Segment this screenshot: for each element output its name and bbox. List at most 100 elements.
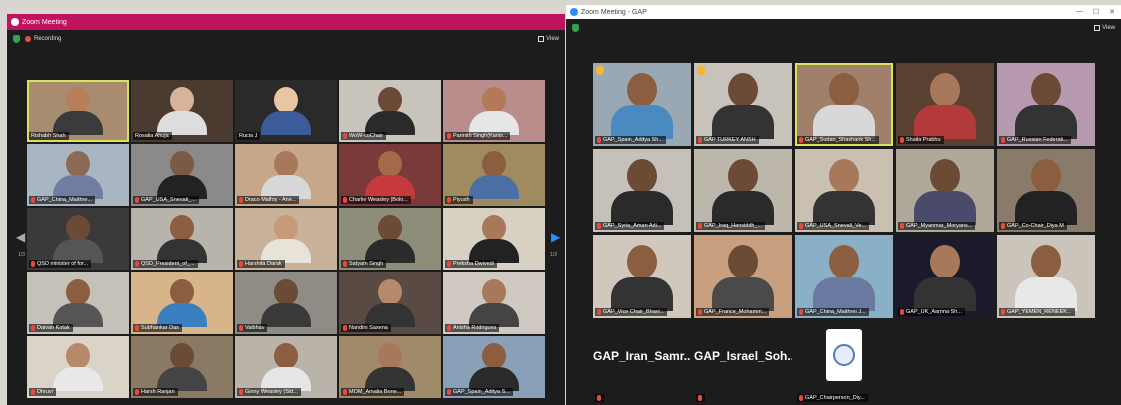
participant-tile[interactable]: GAP_China_Maithrei J...	[795, 235, 893, 318]
participant-tile[interactable]: GAP_Spain_Aditya Sh...	[593, 63, 691, 146]
participant-nameplate: Vaibhav	[237, 324, 268, 332]
muted-mic-icon	[799, 137, 803, 143]
participant-name: Ginny Weasley (Sid...	[245, 389, 298, 395]
participant-tile[interactable]: GAP_Spain_Aditya S...	[443, 336, 545, 398]
participant-head	[170, 279, 194, 306]
participant-tile[interactable]: QSD minister of for...	[27, 208, 129, 270]
title-bar[interactable]: Zoom Meeting - GAP — ☐ ✕	[566, 5, 1121, 19]
participant-nameplate: GAP_USA_Snevali_...	[133, 196, 199, 204]
participant-tile[interactable]: Rucia J	[235, 80, 337, 142]
participant-video	[261, 279, 311, 328]
participant-tile[interactable]: Vaibhav	[235, 272, 337, 334]
participant-name: GAP_France_Mohamm...	[704, 309, 767, 315]
participant-tile[interactable]: Harshita Darak	[235, 208, 337, 270]
participant-tile[interactable]: GAP_Chairperson_Diy...	[795, 321, 893, 404]
view-button[interactable]: View	[1094, 25, 1115, 31]
participant-body	[712, 104, 774, 139]
participant-tile[interactable]: Anisha Rodrigues	[443, 272, 545, 334]
participant-nameplate: Parinith Singh(Kanis...	[445, 132, 511, 140]
participant-tile[interactable]: GAP_Israel_Soh...	[694, 321, 792, 404]
participant-nameplate: GAP_UK_Aarnna Sh...	[898, 308, 965, 316]
participant-video	[261, 215, 311, 264]
minimize-icon[interactable]: —	[1076, 8, 1083, 16]
participant-tile[interactable]: GAP_Sudan_Shashank Sh...	[795, 63, 893, 146]
participant-head	[66, 87, 90, 114]
participant-tile[interactable]: Nandini Saxena	[339, 272, 441, 334]
participant-name: Anisha Rodrigues	[453, 325, 497, 331]
participant-tile[interactable]: Piyush	[443, 144, 545, 206]
participant-tile[interactable]: GAP_USA_Snevali_...	[131, 144, 233, 206]
participant-name: GAP_Spain_Aditya S...	[453, 389, 510, 395]
participant-nameplate: Dhruvi	[29, 388, 56, 396]
participant-tile[interactable]: Charlie Weasley (Bolo...	[339, 144, 441, 206]
muted-mic-icon	[343, 133, 347, 139]
participant-tile[interactable]: GAP_USA_Snevali_Ve...	[795, 149, 893, 232]
participant-tile[interactable]: GAP_Syria_Aman Adi...	[593, 149, 691, 232]
close-icon[interactable]: ✕	[1109, 8, 1115, 16]
participant-head	[378, 279, 402, 306]
participant-tile[interactable]: Dhruvi	[27, 336, 129, 398]
participant-tile[interactable]: Rishabh Shah	[27, 80, 129, 142]
muted-mic-icon	[343, 197, 347, 203]
participant-tile[interactable]: Satyam Singh	[339, 208, 441, 270]
participant-tile[interactable]: GAP_Co-Chair_Diya M	[997, 149, 1095, 232]
view-button[interactable]: View	[538, 36, 559, 42]
participant-tile[interactable]: Rosalia Ahuja	[131, 80, 233, 142]
previous-page-arrow-icon[interactable]: ◀	[16, 230, 25, 244]
next-page-arrow-icon[interactable]: ▶	[551, 230, 560, 244]
muted-mic-icon	[900, 137, 904, 143]
participant-tile[interactable]: GAP_China_Maithre...	[27, 144, 129, 206]
participant-name: Harshita Darak	[245, 261, 282, 267]
participant-head	[930, 244, 960, 279]
participant-video	[53, 279, 103, 328]
participant-grid: Rishabh Shah Rosalia Ahuja Rucia J WoW-coCh…	[27, 80, 545, 398]
participant-tile[interactable]: GAP_France_Mohamm...	[694, 235, 792, 318]
participant-tile[interactable]: Draco Malfoy - Ane...	[235, 144, 337, 206]
participant-tile[interactable]: WoW-coChair	[339, 80, 441, 142]
participant-tile[interactable]: GAP TURKEY ANSH	[694, 63, 792, 146]
participant-head	[170, 343, 194, 370]
participant-head	[930, 72, 960, 107]
participant-body	[914, 190, 976, 225]
participant-tile[interactable]: GAP_Iraq_Hansiddh_...	[694, 149, 792, 232]
participant-nameplate: Daivan Kotak	[29, 324, 73, 332]
participant-tile[interactable]: Subhankar Das	[131, 272, 233, 334]
title-bar[interactable]: Zoom Meeting	[7, 14, 565, 30]
meeting-toolbar: Recording View	[7, 30, 565, 48]
participant-tile[interactable]: GAP_Myanmar_Moryans...	[896, 149, 994, 232]
participant-tile[interactable]: Harsh Ranjan	[131, 336, 233, 398]
muted-mic-icon	[447, 197, 451, 203]
participant-body	[611, 104, 673, 139]
shield-icon[interactable]	[13, 35, 20, 43]
participant-nameplate: Harsh Ranjan	[133, 388, 178, 396]
participant-name: Rishabh Shah	[31, 133, 66, 139]
participant-video	[365, 343, 415, 392]
participant-tile[interactable]: QSD_President_of_...	[131, 208, 233, 270]
participant-body	[261, 111, 311, 136]
participant-tile[interactable]: GAP_Vice Chair_Bhavi...	[593, 235, 691, 318]
participant-nameplate: Nandini Saxena	[341, 324, 391, 332]
participant-tile[interactable]: Preksha Dwivedi	[443, 208, 545, 270]
participant-tile[interactable]: GAP_Iran_Samr...	[593, 321, 691, 404]
participant-tile[interactable]: Parinith Singh(Kanis...	[443, 80, 545, 142]
participant-body	[469, 175, 519, 200]
shield-icon[interactable]	[572, 24, 579, 32]
participant-tile[interactable]: MOM_Amalia Bone...	[339, 336, 441, 398]
participant-tile[interactable]: Daivan Kotak	[27, 272, 129, 334]
participant-tile[interactable]: GAP_UK_Aarnna Sh...	[896, 235, 994, 318]
participant-nameplate: GAP_USA_Snevali_Ve...	[797, 222, 870, 230]
maximize-icon[interactable]: ☐	[1093, 8, 1099, 16]
participant-name: GAP_China_Maithrei J...	[805, 309, 866, 315]
muted-mic-icon	[597, 395, 601, 401]
participant-tile[interactable]: Ginny Weasley (Sid...	[235, 336, 337, 398]
raised-hand-icon	[697, 66, 705, 75]
participant-tile[interactable]: GAP_YEMEN_RENEEK...	[997, 235, 1095, 318]
muted-mic-icon	[1001, 309, 1005, 315]
muted-mic-icon	[239, 197, 243, 203]
page-indicator-left: 1/3	[18, 252, 25, 258]
participant-video	[712, 158, 774, 225]
participant-video	[157, 279, 207, 328]
participant-tile[interactable]: Shaila Prabhu	[896, 63, 994, 146]
participant-tile[interactable]: GAP_Russian Federati...	[997, 63, 1095, 146]
participant-name: GAP_China_Maithre...	[37, 197, 93, 203]
